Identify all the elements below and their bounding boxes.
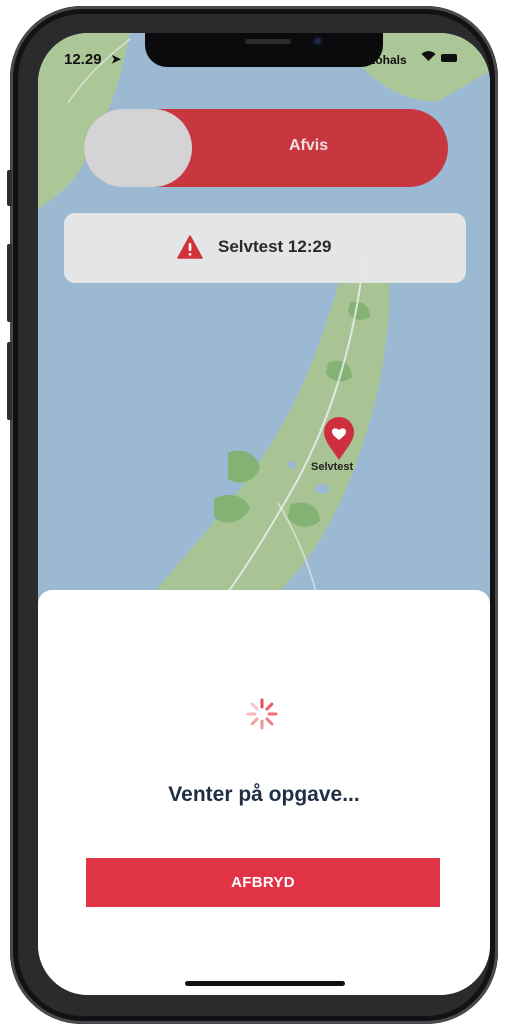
alert-banner[interactable]: Selvtest 12:29	[64, 213, 466, 283]
mute-switch	[7, 170, 12, 206]
volume-up-button	[7, 244, 12, 322]
status-carrier: Lohals	[368, 53, 407, 67]
reject-slider[interactable]: Afvis	[84, 109, 448, 187]
home-indicator[interactable]	[185, 981, 345, 986]
volume-down-button	[7, 342, 12, 420]
battery-icon	[441, 54, 457, 62]
status-bar: 12.29 ➤ Lohals	[38, 33, 490, 73]
status-time: 12.29	[64, 51, 102, 68]
waiting-sheet: Venter på opgave... AFBRYD	[38, 590, 490, 995]
pin-label: Selvtest	[311, 461, 354, 473]
banner-title: Selvtest 12:29	[218, 237, 332, 256]
waiting-status-text: Venter på opgave...	[168, 783, 360, 806]
spinner-icon	[246, 698, 278, 730]
location-arrow-icon: ➤	[111, 52, 122, 66]
heart-pin-icon[interactable]	[322, 417, 356, 461]
cancel-button[interactable]: AFBRYD	[86, 858, 440, 907]
warning-icon	[177, 235, 203, 259]
slider-knob[interactable]	[84, 109, 192, 187]
slider-label: Afvis	[289, 137, 329, 154]
screen: 12.29 ➤ Lohals Afvis Selvtest 12:29 Selv…	[38, 33, 490, 995]
wifi-icon	[421, 50, 436, 65]
